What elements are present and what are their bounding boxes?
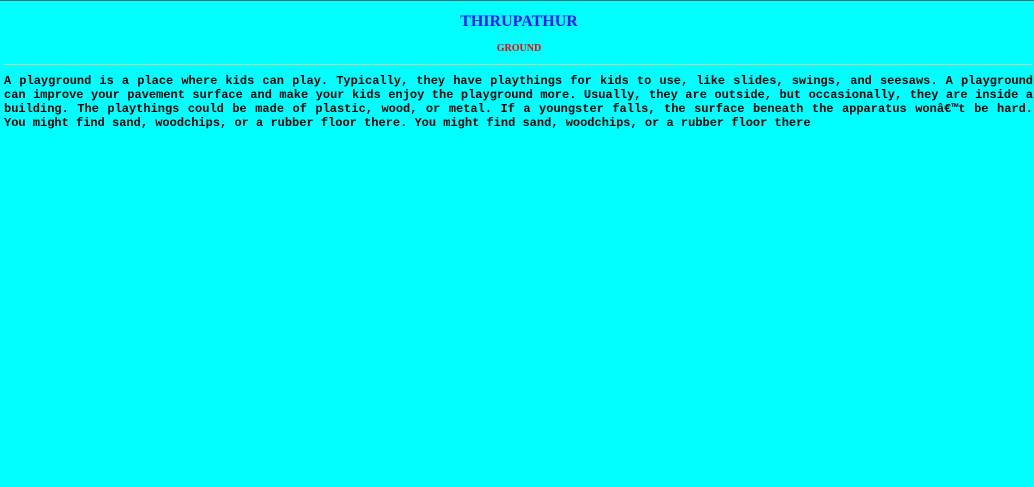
body-paragraph: A playground is a place where kids can p… bbox=[4, 74, 1033, 130]
page-subtitle: GROUND bbox=[496, 43, 542, 54]
divider bbox=[4, 64, 1032, 65]
page-title: THIRUPATHUR bbox=[460, 13, 578, 30]
page: THIRUPATHUR GROUND A playground is a pla… bbox=[0, 1, 1034, 487]
